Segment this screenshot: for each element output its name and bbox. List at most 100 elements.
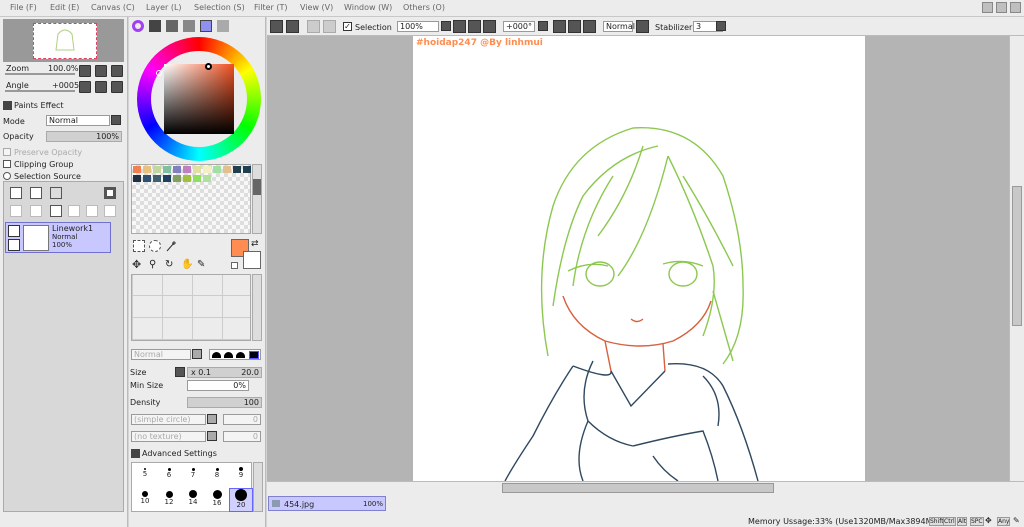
min-size-slider[interactable]: 0% <box>187 380 249 391</box>
zoom-out-button[interactable] <box>79 65 91 77</box>
vertical-scroll-thumb[interactable] <box>1012 186 1022 326</box>
menu-window[interactable]: Window (W) <box>344 3 392 12</box>
color-picker-handle[interactable] <box>205 63 212 70</box>
rotate-ccw-icon[interactable] <box>553 20 566 33</box>
brush-size-14[interactable]: 14 <box>181 488 205 512</box>
secondary-color-swatch[interactable] <box>243 251 261 269</box>
close-button[interactable] <box>1010 2 1021 13</box>
swatch-grid[interactable] <box>131 164 251 234</box>
chevron-down-icon[interactable] <box>175 367 185 377</box>
menu-others[interactable]: Others (O) <box>403 3 445 12</box>
zoom-select[interactable]: 100% <box>397 21 439 32</box>
menu-canvas[interactable]: Canvas (C) <box>91 3 135 12</box>
size-slider[interactable]: x 0.1 20.0 <box>187 367 262 378</box>
tool-scrollbar[interactable] <box>252 274 262 341</box>
brush-shape-select[interactable]: (simple circle) <box>131 414 206 425</box>
color-wheel[interactable] <box>137 37 261 161</box>
magic-wand-icon[interactable] <box>165 240 177 252</box>
brush-palette-scrollbar[interactable] <box>253 462 263 512</box>
layer-action-icon[interactable] <box>86 205 98 217</box>
brush-size-7[interactable]: 7 <box>181 464 205 488</box>
zoom-out-icon[interactable] <box>453 20 466 33</box>
brush-size-5[interactable]: 5 <box>133 464 157 488</box>
invert-selection-icon[interactable] <box>323 20 336 33</box>
brush-size-6[interactable]: 6 <box>157 464 181 488</box>
zoom-in-button[interactable] <box>95 65 107 77</box>
mixer-tab-icon[interactable] <box>183 20 195 32</box>
color-swatch[interactable] <box>153 175 161 182</box>
hue-handle[interactable] <box>156 70 162 76</box>
clear-layer-icon[interactable] <box>50 205 62 217</box>
rotate-left-button[interactable] <box>79 81 91 93</box>
drawing-canvas[interactable]: #hoidap247 @By linhmui <box>413 36 865 481</box>
chevron-down-icon[interactable] <box>192 349 202 359</box>
menu-layer[interactable]: Layer (L) <box>146 3 182 12</box>
rotate-reset-button[interactable] <box>111 81 123 93</box>
color-swatch[interactable] <box>193 175 201 182</box>
preserve-opacity-checkbox[interactable] <box>3 148 11 156</box>
brush-texture-strength[interactable]: 0 <box>223 431 261 442</box>
hand-icon[interactable]: ✋ <box>181 259 195 271</box>
brush-shape-strength[interactable]: 0 <box>223 414 261 425</box>
swatch-scrollbar[interactable] <box>252 164 262 234</box>
brush-tip-icon[interactable] <box>224 352 233 358</box>
transfer-down-icon[interactable] <box>10 205 22 217</box>
brush-size-10[interactable]: 10 <box>133 488 157 512</box>
pen-icon[interactable] <box>8 239 20 251</box>
minimize-button[interactable] <box>982 2 993 13</box>
tool-grid[interactable] <box>131 274 251 341</box>
layer-settings-icon[interactable] <box>104 205 116 217</box>
brush-size-20[interactable]: 20 <box>229 488 253 512</box>
lasso-icon[interactable] <box>149 240 161 252</box>
expand-icon[interactable] <box>3 101 12 110</box>
brush-size-16[interactable]: 16 <box>205 488 229 512</box>
new-folder-icon[interactable] <box>50 187 62 199</box>
color-swatch[interactable] <box>213 166 221 173</box>
angle-slider[interactable] <box>5 90 75 92</box>
rotate-reset-icon[interactable] <box>583 20 596 33</box>
eyedropper-icon[interactable]: ✎ <box>197 259 211 271</box>
document-tab[interactable]: 454.jpg 100% <box>268 496 386 511</box>
color-swatch[interactable] <box>203 175 211 182</box>
color-swatch[interactable] <box>143 175 151 182</box>
rotate-right-button[interactable] <box>95 81 107 93</box>
color-swatch[interactable] <box>133 166 141 173</box>
rgb-slider-tab-icon[interactable] <box>149 20 161 32</box>
color-swatch[interactable] <box>143 166 151 173</box>
view-mode-select[interactable]: Normal <box>603 21 635 32</box>
brush-tip-icon[interactable] <box>212 352 221 358</box>
horizontal-scrollbar[interactable] <box>267 481 1024 494</box>
selection-checkbox[interactable]: ✓ <box>343 22 352 31</box>
zoom-icon[interactable]: ⚲ <box>149 259 163 271</box>
brush-tip-icon[interactable] <box>236 352 245 358</box>
clipping-group-checkbox[interactable] <box>3 160 11 168</box>
color-swatch[interactable] <box>163 166 171 173</box>
merge-down-icon[interactable] <box>30 205 42 217</box>
brush-texture-select[interactable]: (no texture) <box>131 431 206 442</box>
horizontal-scroll-thumb[interactable] <box>502 483 774 493</box>
restore-button[interactable] <box>996 2 1007 13</box>
color-swatch[interactable] <box>203 166 211 173</box>
blend-mode-select[interactable]: Normal <box>46 115 110 126</box>
vertical-scrollbar[interactable] <box>1009 36 1024 481</box>
chevron-down-icon[interactable] <box>111 115 121 125</box>
deselect-icon[interactable] <box>307 20 320 33</box>
swap-colors-icon[interactable]: ⇄ <box>251 239 259 249</box>
menu-selection[interactable]: Selection (S) <box>194 3 245 12</box>
rect-select-icon[interactable] <box>133 240 145 252</box>
opacity-slider[interactable]: 100% <box>46 131 122 142</box>
zoom-in-icon[interactable] <box>468 20 481 33</box>
chevron-down-icon[interactable] <box>716 21 726 31</box>
color-swatch[interactable] <box>193 166 201 173</box>
chevron-down-icon[interactable] <box>207 414 217 424</box>
color-wheel-tab-icon[interactable] <box>132 20 144 32</box>
delete-layer-icon[interactable] <box>68 205 80 217</box>
chevron-down-icon[interactable] <box>441 21 451 31</box>
layer-mask-icon[interactable] <box>104 187 116 199</box>
color-swatch[interactable] <box>183 166 191 173</box>
color-swatch[interactable] <box>173 166 181 173</box>
color-swatch[interactable] <box>153 166 161 173</box>
hsv-slider-tab-icon[interactable] <box>166 20 178 32</box>
expand-icon[interactable] <box>131 449 140 458</box>
menu-file[interactable]: File (F) <box>10 3 37 12</box>
